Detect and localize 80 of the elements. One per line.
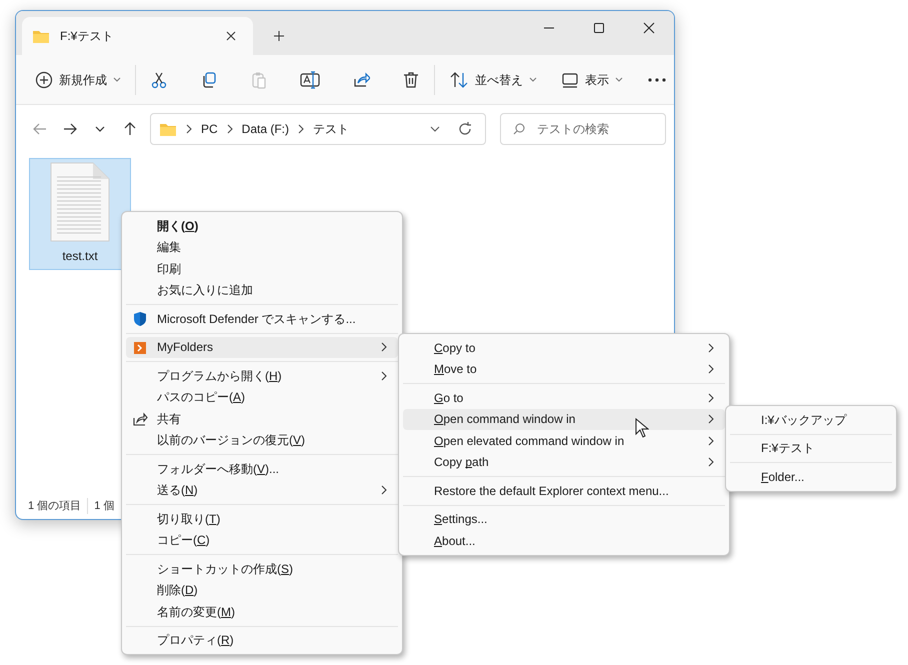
tab[interactable]: F:¥テスト [22, 17, 253, 55]
menu-item[interactable]: 以前のバージョンの復元(V) [126, 430, 398, 451]
menu-item[interactable]: プログラムから開く(H) [126, 365, 398, 386]
chevron-right-icon [707, 414, 715, 424]
trash-icon [402, 70, 420, 88]
close-icon [643, 22, 655, 34]
menu-item[interactable]: ショートカットの作成(S) [126, 558, 398, 580]
file-name: test.txt [62, 248, 98, 265]
menu-item[interactable]: Copy to [403, 337, 725, 358]
add-icon [35, 70, 53, 88]
menu-item[interactable]: 削除(D) [126, 580, 398, 601]
file-item[interactable]: test.txt [29, 158, 131, 270]
toolbar-button[interactable]: 新規作成 [28, 62, 128, 96]
menu-item[interactable]: Move to [403, 358, 725, 380]
breadcrumb[interactable]: テスト [313, 120, 350, 138]
breadcrumb[interactable]: PC [201, 120, 218, 138]
menu-item[interactable]: プロパティ(R) [126, 630, 398, 651]
back-arrow-icon [32, 121, 48, 137]
app-icon [132, 340, 148, 356]
menu-item[interactable]: Folder... [730, 466, 892, 488]
share-icon [352, 70, 370, 88]
share-icon [132, 411, 148, 427]
menu-item[interactable]: Open elevated command window in [403, 430, 725, 452]
up-arrow-icon [122, 121, 138, 137]
caret-icon [529, 76, 537, 82]
text-file-icon [49, 161, 111, 243]
menu-item[interactable]: MyFolders [126, 336, 398, 358]
more-icon [647, 76, 667, 82]
chevron-right-icon [297, 124, 306, 134]
status-text: 1 個 [94, 498, 114, 514]
refresh-icon [458, 122, 472, 136]
sort-icon [449, 70, 469, 88]
menu-item[interactable]: Go to [403, 387, 725, 408]
address-bar[interactable]: PC Data (F:) テスト [150, 113, 486, 145]
chevron-right-icon [380, 370, 388, 381]
menu-item[interactable]: お気に入りに追加 [126, 280, 398, 301]
menu-item[interactable]: 名前の変更(M) [126, 601, 398, 622]
menu-item[interactable]: Copy path [403, 452, 725, 473]
chevron-right-icon [707, 392, 715, 403]
chevron-right-icon [707, 342, 715, 353]
forward-arrow-icon [62, 121, 78, 137]
menu-item[interactable]: フォルダーへ移動(V)... [126, 458, 398, 480]
toolbar-button[interactable]: 並べ替え [442, 62, 544, 96]
chevron-right-icon [380, 342, 388, 352]
menu-item[interactable]: Restore the default Explorer context menu... [403, 480, 725, 502]
chevron-right-icon [707, 364, 715, 374]
menu-item[interactable]: Microsoft Defender でスキャンする... [126, 308, 398, 330]
chevron-right-icon [185, 124, 193, 134]
menu-item[interactable]: パスのコピー(A) [126, 386, 398, 408]
caret-icon [615, 76, 623, 82]
scissors-icon [150, 70, 168, 88]
maximize-icon [593, 22, 605, 34]
menu-item[interactable]: 共有 [126, 408, 398, 430]
monitor-icon [561, 70, 579, 88]
mouse-cursor-icon [635, 418, 649, 438]
plus-icon [273, 30, 285, 42]
menu-item[interactable]: F:¥テスト [730, 438, 892, 459]
breadcrumb[interactable]: Data (F:) [242, 120, 290, 138]
menu-item[interactable]: 送る(N) [126, 480, 398, 501]
menu-item[interactable]: Settings... [403, 508, 725, 530]
caret-icon [113, 76, 121, 82]
chevron-right-icon [707, 457, 715, 468]
clipboard-icon [250, 70, 268, 88]
toolbar-button[interactable]: 表示 [554, 62, 630, 96]
rename-icon [300, 70, 320, 88]
search-icon [513, 123, 525, 135]
tab-title: F:¥テスト [60, 28, 114, 45]
menu-item[interactable]: 切り取り(T) [126, 508, 398, 530]
chevron-right-icon [380, 485, 388, 496]
menu-item[interactable]: I:¥バックアップ [730, 409, 892, 430]
status-text: 1 個の項目 [28, 498, 82, 514]
close-icon [226, 31, 236, 41]
menu-item[interactable]: Open command window in [403, 408, 725, 430]
chevron-right-icon [707, 436, 715, 446]
chevron-down-icon [430, 126, 440, 132]
menu-item[interactable]: About... [403, 530, 725, 552]
shield-icon [132, 311, 148, 327]
search-field[interactable]: テストの検索 [500, 113, 666, 145]
chevron-right-icon [226, 124, 234, 134]
menu-item[interactable]: コピー(C) [126, 530, 398, 551]
